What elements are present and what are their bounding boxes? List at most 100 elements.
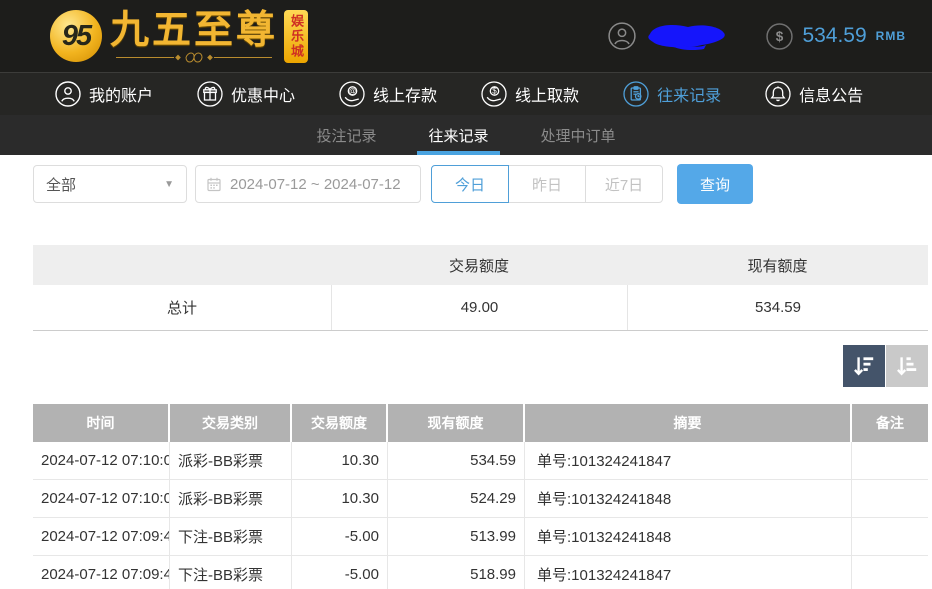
transactions-table: 时间 交易类别 交易额度 现有额度 摘要 备注 2024-07-12 07:10… — [33, 404, 928, 589]
summary-total-label: 总计 — [33, 285, 331, 330]
withdraw-icon: $ — [481, 81, 507, 107]
cell-type: 派彩-BB彩票 — [170, 442, 292, 479]
nav-item-deposit[interactable]: @ 线上存款 — [339, 81, 437, 107]
cell-type: 派彩-BB彩票 — [170, 480, 292, 517]
cell-remark — [852, 442, 928, 479]
table-row: 2024-07-12 07:10:05 派彩-BB彩票 10.30 534.59… — [33, 442, 928, 480]
nav-item-transaction-records[interactable]: 往来记录 — [623, 81, 721, 107]
col-header-time: 时间 — [33, 404, 170, 442]
col-header-remark: 备注 — [852, 404, 928, 442]
type-filter-select[interactable]: 全部 ▼ — [33, 165, 187, 203]
summary-header-blank — [33, 245, 331, 285]
svg-text:$: $ — [776, 29, 784, 44]
cell-current-amount: 513.99 — [388, 518, 525, 555]
cell-summary: 单号:101324241848 — [525, 518, 852, 555]
brand-subtitle-badge: 娱乐城 — [284, 10, 308, 63]
table-header-row: 时间 交易类别 交易额度 现有额度 摘要 备注 — [33, 404, 928, 442]
nav-label: 往来记录 — [657, 82, 721, 106]
sort-ascending-icon — [894, 353, 920, 379]
dollar-coin-icon: $ — [766, 23, 793, 50]
summary-current-amount-value: 534.59 — [627, 285, 928, 330]
summary-table: 交易额度 现有额度 总计 49.00 534.59 — [33, 245, 928, 331]
cell-trade-amount: 10.30 — [292, 480, 388, 517]
cell-time: 2024-07-12 07:10:05 — [33, 480, 170, 517]
cell-type: 下注-BB彩票 — [170, 518, 292, 555]
nav-item-my-account[interactable]: 我的账户 — [55, 81, 153, 107]
brand-logo[interactable]: 95 九五至尊 娱乐城 — [50, 10, 348, 63]
cell-current-amount: 518.99 — [388, 556, 525, 589]
date-range-value: 2024-07-12 ~ 2024-07-12 — [230, 176, 401, 193]
cell-type: 下注-BB彩票 — [170, 556, 292, 589]
svg-text:@: @ — [349, 88, 356, 95]
filter-toolbar: 全部 ▼ 2024-07-12 ~ 2024-07-12 今日 昨日 近7日 查… — [33, 164, 932, 204]
tab-transaction-records[interactable]: 往来记录 — [425, 115, 491, 155]
today-button[interactable]: 今日 — [431, 165, 509, 203]
deposit-icon: @ — [339, 81, 365, 107]
top-header: 95 九五至尊 娱乐城 — [0, 0, 932, 72]
type-filter-value: 全部 — [46, 174, 76, 195]
summary-header-row: 交易额度 现有额度 — [33, 245, 928, 285]
cell-current-amount: 534.59 — [388, 442, 525, 479]
cell-summary: 单号:101324241848 — [525, 480, 852, 517]
search-button[interactable]: 查询 — [677, 164, 753, 204]
summary-trade-amount-value: 49.00 — [331, 285, 627, 330]
tab-betting-records[interactable]: 投注记录 — [313, 115, 379, 155]
table-row: 2024-07-12 07:09:48 下注-BB彩票 -5.00 518.99… — [33, 556, 928, 589]
nav-label: 线上存款 — [373, 82, 437, 106]
summary-header-trade-amount: 交易额度 — [331, 245, 627, 285]
table-row: 2024-07-12 07:09:48 下注-BB彩票 -5.00 513.99… — [33, 518, 928, 556]
yesterday-button[interactable]: 昨日 — [508, 165, 586, 203]
brand-text-block: 九五至尊 — [110, 10, 278, 63]
col-header-current-amount: 现有额度 — [388, 404, 525, 442]
redacted-username-scribble — [644, 21, 732, 51]
records-icon — [623, 81, 649, 107]
cell-current-amount: 524.29 — [388, 480, 525, 517]
record-subtabs: 投注记录 往来记录 处理中订单 — [0, 115, 932, 155]
account-summary-area: $ 534.59 RMB — [608, 21, 906, 51]
cell-time: 2024-07-12 07:09:48 — [33, 518, 170, 555]
last-7-days-button[interactable]: 近7日 — [585, 165, 663, 203]
col-header-type: 交易类别 — [170, 404, 292, 442]
col-header-summary: 摘要 — [525, 404, 852, 442]
chevron-down-icon: ▼ — [164, 179, 174, 190]
date-range-input[interactable]: 2024-07-12 ~ 2024-07-12 — [195, 165, 421, 203]
quick-date-button-group: 今日 昨日 近7日 — [431, 165, 663, 203]
currency-label: RMB — [876, 29, 906, 43]
nav-item-promotions[interactable]: 优惠中心 — [197, 81, 295, 107]
balance-amount: 534.59 — [802, 24, 866, 48]
summary-header-current-amount: 现有额度 — [627, 245, 928, 285]
sort-controls — [0, 345, 928, 387]
table-row: 2024-07-12 07:10:05 派彩-BB彩票 10.30 524.29… — [33, 480, 928, 518]
gift-icon — [197, 81, 223, 107]
cell-remark — [852, 518, 928, 555]
bell-icon — [765, 81, 791, 107]
user-icon — [55, 81, 81, 107]
logo-flourish-icon — [114, 52, 274, 63]
user-avatar-icon[interactable] — [608, 22, 636, 50]
col-header-trade-amount: 交易额度 — [292, 404, 388, 442]
brand-title: 九五至尊 — [110, 10, 278, 52]
sort-descending-icon — [851, 353, 877, 379]
nav-label: 优惠中心 — [231, 82, 295, 106]
main-navigation: 我的账户 优惠中心 @ 线上存款 $ 线上取款 — [0, 72, 932, 115]
svg-text:$: $ — [492, 87, 497, 96]
calendar-icon — [206, 176, 222, 192]
logo-95-icon: 95 — [50, 10, 102, 62]
nav-label: 信息公告 — [799, 82, 863, 106]
tab-pending-orders[interactable]: 处理中订单 — [538, 115, 619, 155]
cell-time: 2024-07-12 07:09:48 — [33, 556, 170, 589]
cell-remark — [852, 480, 928, 517]
nav-item-withdraw[interactable]: $ 线上取款 — [481, 81, 579, 107]
nav-item-announcements[interactable]: 信息公告 — [765, 81, 863, 107]
cell-trade-amount: 10.30 — [292, 442, 388, 479]
cell-time: 2024-07-12 07:10:05 — [33, 442, 170, 479]
summary-total-row: 总计 49.00 534.59 — [33, 285, 928, 330]
cell-trade-amount: -5.00 — [292, 556, 388, 589]
cell-summary: 单号:101324241847 — [525, 556, 852, 589]
cell-trade-amount: -5.00 — [292, 518, 388, 555]
sort-descending-button[interactable] — [843, 345, 885, 387]
sort-ascending-button[interactable] — [886, 345, 928, 387]
balance-display[interactable]: $ 534.59 RMB — [766, 23, 906, 50]
nav-label: 我的账户 — [89, 82, 153, 106]
cell-summary: 单号:101324241847 — [525, 442, 852, 479]
